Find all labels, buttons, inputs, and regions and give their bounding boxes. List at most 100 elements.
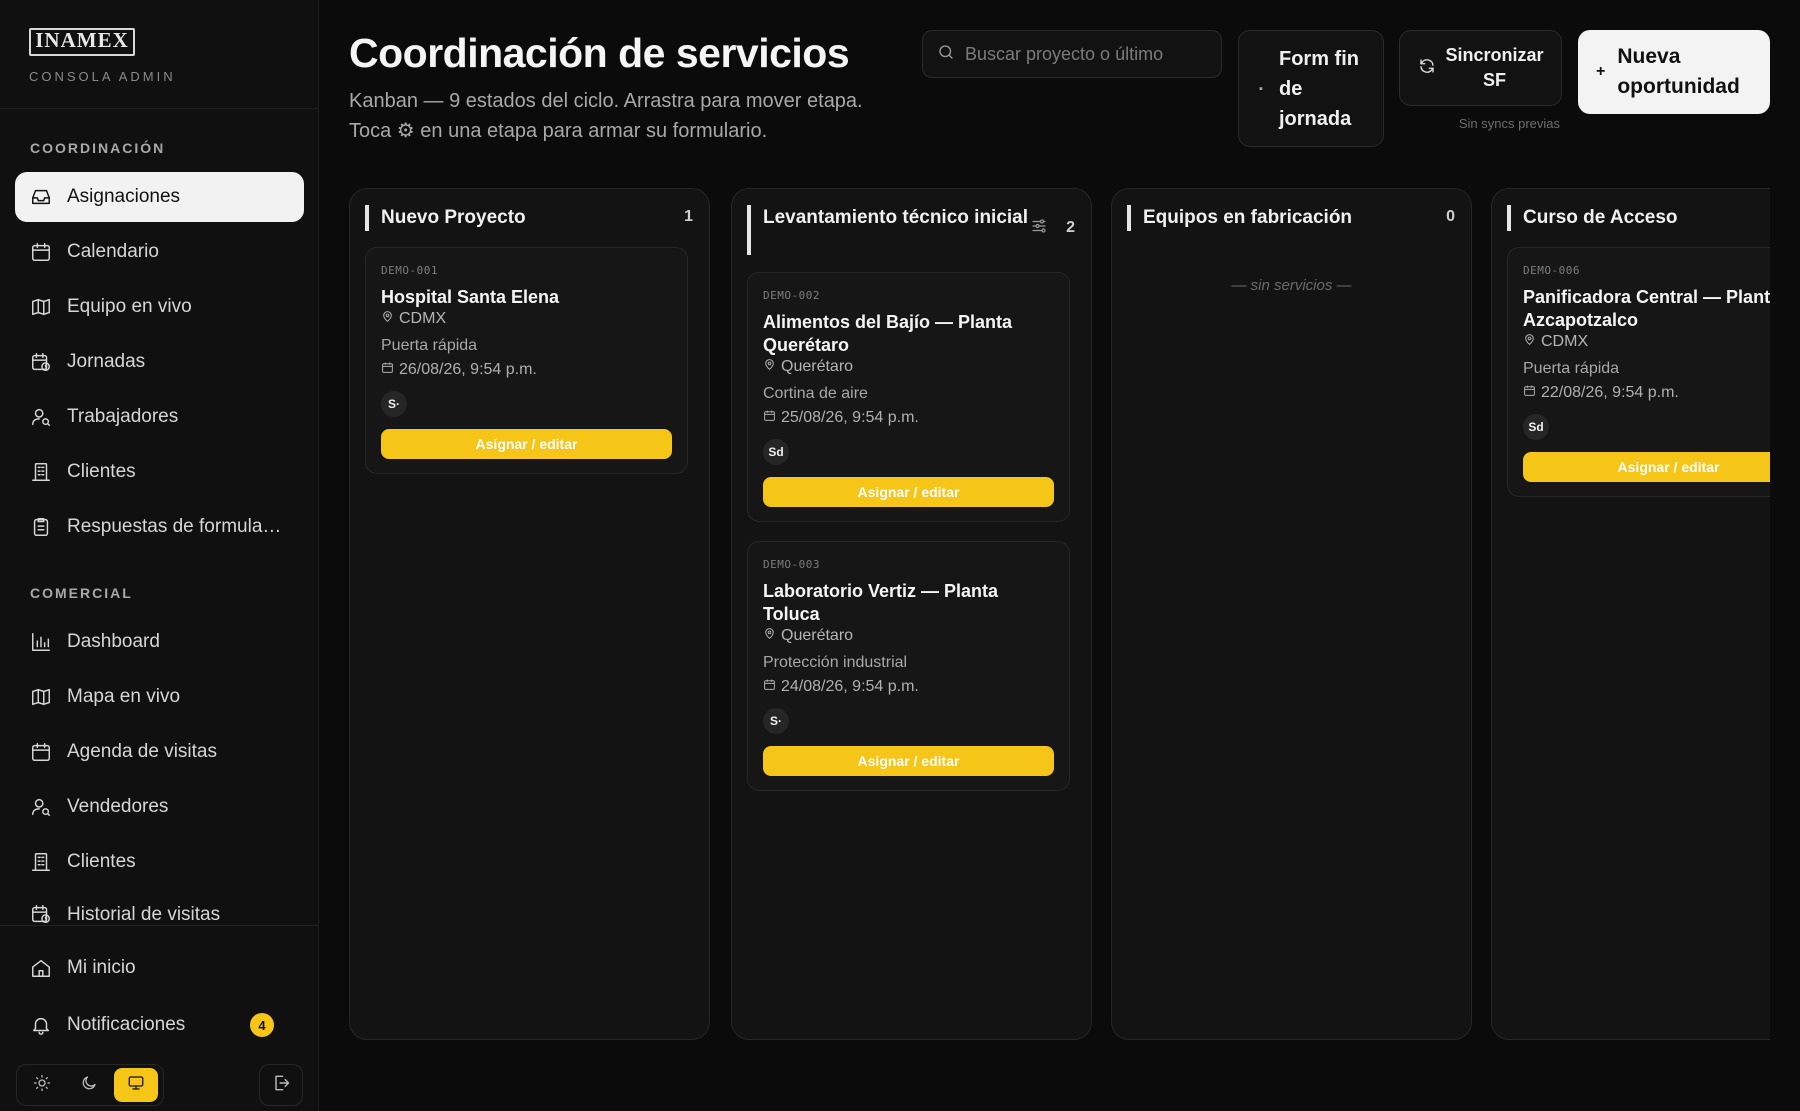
- building-icon: [29, 460, 53, 484]
- card-location: CDMX: [381, 310, 672, 328]
- brand: INAMEX CONSOLA ADMIN: [29, 28, 176, 84]
- assign-edit-button[interactable]: Asignar / editar: [381, 429, 672, 459]
- user-search-icon: [29, 795, 53, 819]
- page-title: Coordinación de servicios: [349, 30, 850, 76]
- clipboard-icon: ▪: [1259, 82, 1263, 95]
- dark-theme-button[interactable]: [67, 1068, 111, 1102]
- sidebar-item-mi-inicio[interactable]: Mi inicio: [15, 943, 304, 993]
- column-count: 2: [1066, 219, 1075, 236]
- avatar: S·: [381, 391, 407, 417]
- new-opportunity-button[interactable]: + Nueva oportunidad: [1578, 30, 1770, 114]
- pin-icon: [763, 627, 781, 645]
- kanban-column-nuevo-proyecto: Nuevo Proyecto 1 DEMO-001 Hospital Santa…: [349, 188, 710, 1040]
- kanban-column-curso-de-acceso: Curso de Acceso DEMO-006 Panificadora Ce…: [1491, 188, 1770, 1040]
- card-title: Laboratorio Vertiz — Planta Toluca: [763, 581, 999, 624]
- card-title: Panificadora Central — Planta Azcapotzal…: [1523, 287, 1770, 330]
- kanban-column-levantamiento: Levantamiento técnico inicial 2 DEMO-002…: [731, 188, 1092, 1040]
- kanban-column-equipos-en-fabricacion: Equipos en fabricación 0 — sin servicios…: [1111, 188, 1472, 1040]
- divider: [0, 925, 318, 926]
- column-title: Curso de Acceso: [1523, 207, 1678, 228]
- assign-edit-button[interactable]: Asignar / editar: [1523, 452, 1770, 482]
- sidebar-item-historial-de-visitas[interactable]: Historial de visitas: [15, 892, 304, 926]
- column-accent-bar: [747, 205, 751, 255]
- sidebar-item-respuestas[interactable]: Respuestas de formularios: [15, 502, 304, 552]
- calendar-icon: [381, 361, 399, 379]
- sidebar-item-trabajadores[interactable]: Trabajadores: [15, 392, 304, 442]
- column-header: Curso de Acceso: [1507, 205, 1770, 231]
- card-title: Hospital Santa Elena: [381, 287, 560, 307]
- card-code: DEMO-002: [763, 289, 820, 302]
- card-code: DEMO-003: [763, 558, 820, 571]
- calendar-clock-icon: [29, 902, 53, 926]
- sliders-icon[interactable]: [1030, 217, 1050, 237]
- sidebar-item-jornadas[interactable]: Jornadas: [15, 337, 304, 387]
- map-icon: [29, 685, 53, 709]
- service-card[interactable]: DEMO-001 Hospital Santa Elena CDMX Puert…: [365, 247, 688, 474]
- clipboard-icon: [29, 515, 53, 539]
- card-location: Querétaro: [763, 358, 1054, 376]
- sync-status: Sin syncs previas: [1458, 116, 1560, 131]
- refresh-icon: [1418, 57, 1446, 80]
- card-service-type: Puerta rápida: [381, 337, 478, 354]
- column-accent-bar: [1127, 205, 1131, 231]
- system-theme-button[interactable]: [114, 1068, 158, 1102]
- column-title: Nuevo Proyecto: [381, 207, 526, 228]
- column-count: 0: [1446, 208, 1455, 225]
- sidebar-item-calendario[interactable]: Calendario: [15, 227, 304, 277]
- sidebar-item-agenda-de-visitas[interactable]: Agenda de visitas: [15, 727, 304, 777]
- sidebar-item-vendedores[interactable]: Vendedores: [15, 782, 304, 832]
- light-theme-button[interactable]: [20, 1068, 64, 1102]
- sidebar-item-clientes[interactable]: Clientes: [15, 447, 304, 497]
- search-input[interactable]: [965, 43, 1215, 65]
- card-service-type: Protección industrial: [763, 654, 908, 671]
- service-card[interactable]: DEMO-006 Panificadora Central — Planta A…: [1507, 247, 1770, 497]
- assign-edit-button[interactable]: Asignar / editar: [763, 746, 1054, 776]
- sidebar-item-notificaciones[interactable]: Notificaciones 4: [15, 1000, 304, 1050]
- column-title: Levantamiento técnico inicial: [763, 207, 1029, 228]
- column-header: Equipos en fabricación 0: [1127, 205, 1455, 231]
- sidebar: INAMEX CONSOLA ADMIN COORDINACIÓN Asigna…: [0, 0, 319, 1111]
- brand-subtitle: CONSOLA ADMIN: [29, 69, 176, 84]
- calendar-icon: [1523, 384, 1541, 402]
- calendar-icon: [763, 678, 781, 696]
- calendar-icon: [29, 240, 53, 264]
- bar-chart-icon: [29, 630, 53, 654]
- sidebar-item-asignaciones[interactable]: Asignaciones: [15, 172, 304, 222]
- column-header: Nuevo Proyecto 1: [365, 205, 693, 231]
- card-date: 22/08/26, 9:54 p.m.: [1523, 384, 1770, 402]
- service-card[interactable]: DEMO-003 Laboratorio Vertiz — Planta Tol…: [747, 541, 1070, 791]
- card-location: CDMX: [1523, 333, 1770, 351]
- sun-icon: [33, 1074, 51, 1097]
- calendar-icon: [763, 409, 781, 427]
- section-label-comercial: COMERCIAL: [30, 585, 133, 601]
- page-subtitle: Kanban — 9 estados del ciclo. Arrastra p…: [349, 90, 863, 142]
- search-icon: [937, 43, 955, 66]
- calendar-icon: [29, 740, 53, 764]
- search-box[interactable]: [922, 30, 1222, 78]
- sync-sf-button[interactable]: Sincronizar SF: [1399, 30, 1562, 106]
- empty-column-text: — sin servicios —: [1231, 277, 1352, 294]
- building-icon: [29, 850, 53, 874]
- logout-button[interactable]: [259, 1064, 303, 1106]
- pin-icon: [1523, 333, 1541, 351]
- sidebar-item-dashboard[interactable]: Dashboard: [15, 617, 304, 667]
- form-fin-jornada-button[interactable]: ▪ Form fin de jornada: [1238, 30, 1384, 147]
- column-title: Equipos en fabricación: [1143, 207, 1353, 228]
- service-card[interactable]: DEMO-002 Alimentos del Bajío — Planta Qu…: [747, 272, 1070, 522]
- column-count: 1: [684, 208, 693, 225]
- column-accent-bar: [1507, 205, 1511, 231]
- card-title: Alimentos del Bajío — Planta Querétaro: [763, 312, 1013, 355]
- sidebar-item-mapa-en-vivo[interactable]: Mapa en vivo: [15, 672, 304, 722]
- column-header: Levantamiento técnico inicial 2: [747, 205, 1075, 255]
- map-icon: [29, 295, 53, 319]
- card-date: 25/08/26, 9:54 p.m.: [763, 409, 1054, 427]
- home-icon: [29, 956, 53, 980]
- sidebar-item-clientes-comercial[interactable]: Clientes: [15, 837, 304, 887]
- sidebar-item-equipo-en-vivo[interactable]: Equipo en vivo: [15, 282, 304, 332]
- monitor-icon: [127, 1074, 145, 1097]
- avatar: S·: [763, 708, 789, 734]
- plus-icon: +: [1596, 63, 1606, 80]
- inamex-logo: INAMEX: [29, 28, 135, 56]
- card-code: DEMO-006: [1523, 264, 1580, 277]
- assign-edit-button[interactable]: Asignar / editar: [763, 477, 1054, 507]
